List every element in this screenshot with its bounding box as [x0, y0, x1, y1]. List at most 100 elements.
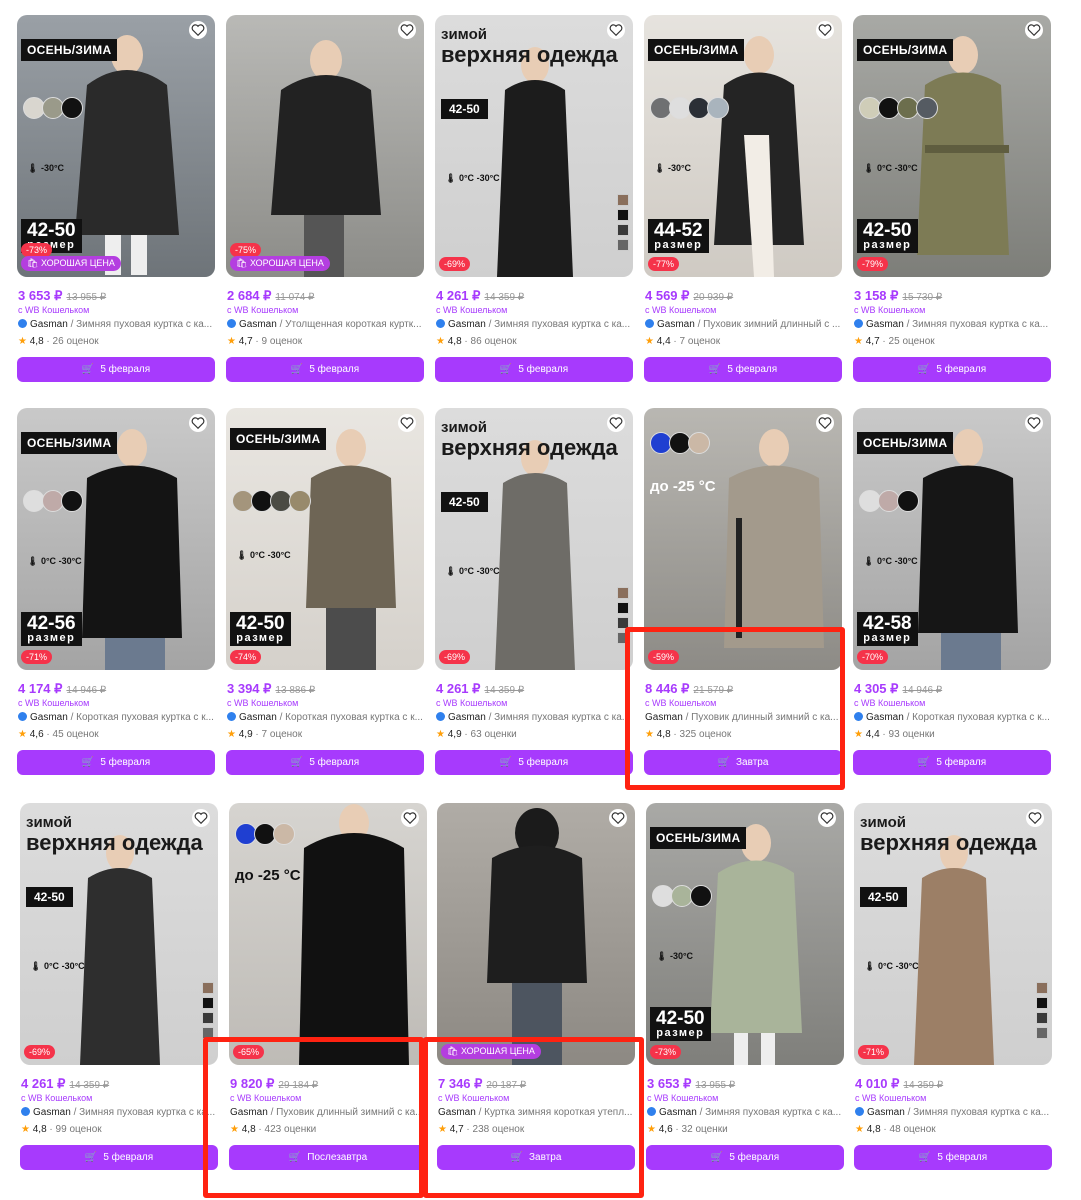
- add-to-cart-button[interactable]: 🛒 5 февраля: [644, 357, 842, 382]
- product-photo[interactable]: ОСЕНЬ/ЗИМА 🌡 0°C -30°C 42-56 размер -71%: [17, 408, 215, 670]
- size-box: 42-50: [441, 492, 488, 512]
- heart-icon[interactable]: [192, 809, 210, 827]
- price: 4 261 ₽14 359 ₽: [21, 1076, 110, 1091]
- product-title[interactable]: Gasman / Зимняя пуховая куртка с ка...: [436, 712, 633, 723]
- verified-icon: [227, 319, 236, 328]
- product-title[interactable]: Gasman / Зимняя пуховая куртка с ка...: [21, 1107, 218, 1118]
- product-title[interactable]: Gasman / Зимняя пуховая куртка с ка...: [854, 319, 1051, 330]
- cart-icon: 🛒: [81, 364, 95, 375]
- wallet-label: с WB Кошельком: [18, 305, 90, 315]
- rating: ★ 4,9 · 7 оценок: [227, 729, 303, 740]
- temperature-label: 🌡 0°C -30°C: [864, 961, 919, 971]
- product-title[interactable]: Gasman / Зимняя пуховая куртка с ка...: [855, 1107, 1052, 1118]
- star-icon: ★: [18, 336, 27, 347]
- heart-icon[interactable]: [607, 414, 625, 432]
- heart-icon[interactable]: [607, 21, 625, 39]
- size-range-label: 42-56 размер: [21, 612, 82, 646]
- price: 2 684 ₽11 074 ₽: [227, 288, 315, 303]
- size-range-label: 42-50 размер: [857, 219, 918, 253]
- add-to-cart-button[interactable]: 🛒 5 февраля: [854, 1145, 1052, 1170]
- product-title[interactable]: Gasman / Короткая пуховая куртка с к...: [854, 712, 1051, 723]
- add-to-cart-button[interactable]: 🛒 5 февраля: [226, 357, 424, 382]
- product-photo[interactable]: ОСЕНЬ/ЗИМА 🌡 0°C -30°C 42-50 размер -74%: [226, 408, 424, 670]
- rating: ★ 4,7 · 9 оценок: [227, 336, 303, 347]
- heart-icon[interactable]: [816, 414, 834, 432]
- add-to-cart-button[interactable]: 🛒 5 февраля: [435, 750, 633, 775]
- price: 4 569 ₽20 939 ₽: [645, 288, 734, 303]
- product-photo[interactable]: ОСЕНЬ/ЗИМА 🌡 -30°C 44-52 размер -77%: [644, 15, 842, 277]
- price: 4 261 ₽14 359 ₽: [436, 288, 525, 303]
- verified-icon: [436, 712, 445, 721]
- heart-icon[interactable]: [1026, 809, 1044, 827]
- product-photo[interactable]: ОСЕНЬ/ЗИМА 🌡 0°C -30°C 42-58 размер -70%: [853, 408, 1051, 670]
- star-icon: ★: [227, 729, 236, 740]
- product-photo[interactable]: зимой верхняя одежда 42-50 🌡 0°C -30°C -6…: [435, 15, 633, 277]
- season-label: ОСЕНЬ/ЗИМА: [857, 432, 954, 454]
- add-to-cart-button[interactable]: 🛒 5 февраля: [853, 750, 1051, 775]
- discount-badge: -73%: [650, 1045, 682, 1059]
- discount-badge: -71%: [21, 650, 53, 664]
- product-photo[interactable]: ОСЕНЬ/ЗИМА 🌡 -30°C 42-50 размер -73%: [646, 803, 844, 1065]
- heart-icon[interactable]: [1025, 21, 1043, 39]
- rating: ★ 4,8 · 86 оценок: [436, 336, 517, 347]
- coat-figure: [271, 40, 381, 277]
- thermometer-icon: 🌡: [863, 163, 875, 173]
- discount-badge: -77%: [648, 257, 680, 271]
- heart-icon[interactable]: [401, 809, 419, 827]
- wallet-label: с WB Кошельком: [227, 698, 299, 708]
- cart-icon: 🛒: [81, 757, 95, 768]
- product-photo[interactable]: ОСЕНЬ/ЗИМА 🌡 0°C -30°C 42-50 размер -79%: [853, 15, 1051, 277]
- product-title[interactable]: Gasman / Пуховик зимний длинный с ...: [645, 319, 842, 330]
- heart-icon[interactable]: [189, 414, 207, 432]
- add-to-cart-button[interactable]: 🛒 5 февраля: [646, 1145, 844, 1170]
- product-title[interactable]: Gasman / Зимняя пуховая куртка с ка...: [647, 1107, 844, 1118]
- heart-icon[interactable]: [609, 809, 627, 827]
- add-to-cart-button[interactable]: 🛒 5 февраля: [20, 1145, 218, 1170]
- price: 4 010 ₽14 359 ₽: [855, 1076, 944, 1091]
- temperature-label: 🌡 -30°C: [27, 163, 65, 173]
- star-icon: ★: [854, 336, 863, 347]
- discount-badge: -73%: [21, 243, 53, 257]
- product-photo[interactable]: -75% 🛍 ХОРОШАЯ ЦЕНА: [226, 15, 424, 277]
- product-title[interactable]: Gasman / Утолщенная короткая куртк...: [227, 319, 424, 330]
- cart-icon: 🛒: [499, 364, 513, 375]
- product-photo[interactable]: зимой верхняя одежда 42-50 🌡 0°C -30°C -6…: [20, 803, 218, 1065]
- product-title[interactable]: Gasman / Зимняя пуховая куртка с ка...: [436, 319, 633, 330]
- discount-badge: -79%: [857, 257, 889, 271]
- heart-icon[interactable]: [398, 414, 416, 432]
- discount-badge: -74%: [230, 650, 262, 664]
- product-photo[interactable]: зимой верхняя одежда 42-50 🌡 0°C -30°C -7…: [854, 803, 1052, 1065]
- star-icon: ★: [436, 336, 445, 347]
- color-chips: [202, 979, 214, 1039]
- add-to-cart-button[interactable]: 🛒 5 февраля: [853, 357, 1051, 382]
- product-title[interactable]: Gasman / Короткая пуховая куртка с к...: [18, 712, 215, 723]
- heart-icon[interactable]: [398, 21, 416, 39]
- heart-icon[interactable]: [816, 21, 834, 39]
- heart-icon[interactable]: [189, 21, 207, 39]
- heart-icon[interactable]: [1025, 414, 1043, 432]
- star-icon: ★: [436, 729, 445, 740]
- heart-icon[interactable]: [818, 809, 836, 827]
- product-photo[interactable]: до -25 °C -65%: [229, 803, 427, 1065]
- cart-icon: 🛒: [499, 757, 513, 768]
- add-to-cart-button[interactable]: 🛒 5 февраля: [435, 357, 633, 382]
- rating: ★ 4,4 · 93 оценки: [854, 729, 935, 740]
- product-title[interactable]: Gasman / Короткая пуховая куртка с к...: [227, 712, 424, 723]
- add-to-cart-button[interactable]: 🛒 5 февраля: [17, 750, 215, 775]
- wallet-label: с WB Кошельком: [18, 698, 90, 708]
- price: 3 394 ₽13 886 ₽: [227, 681, 316, 696]
- product-title[interactable]: Gasman / Зимняя пуховая куртка с ка...: [18, 319, 215, 330]
- cart-icon: 🛒: [917, 757, 931, 768]
- product-photo[interactable]: 🛍 ХОРОШАЯ ЦЕНА: [437, 803, 635, 1065]
- add-to-cart-button[interactable]: 🛒 5 февраля: [17, 357, 215, 382]
- star-icon: ★: [18, 729, 27, 740]
- product-photo[interactable]: зимой верхняя одежда 42-50 🌡 0°C -30°C -6…: [435, 408, 633, 670]
- rating: ★ 4,6 · 45 оценок: [18, 729, 99, 740]
- wallet-label: с WB Кошельком: [647, 1093, 719, 1103]
- headline: зимой верхняя одежда: [441, 419, 618, 460]
- add-to-cart-button[interactable]: 🛒 5 февраля: [226, 750, 424, 775]
- color-swatches: [859, 490, 919, 517]
- product-photo[interactable]: ОСЕНЬ/ЗИМА 🌡 -30°C 42-50 размер -73% 🛍 ХО…: [17, 15, 215, 277]
- coat-figure: [487, 808, 587, 1065]
- color-swatches: [23, 490, 83, 517]
